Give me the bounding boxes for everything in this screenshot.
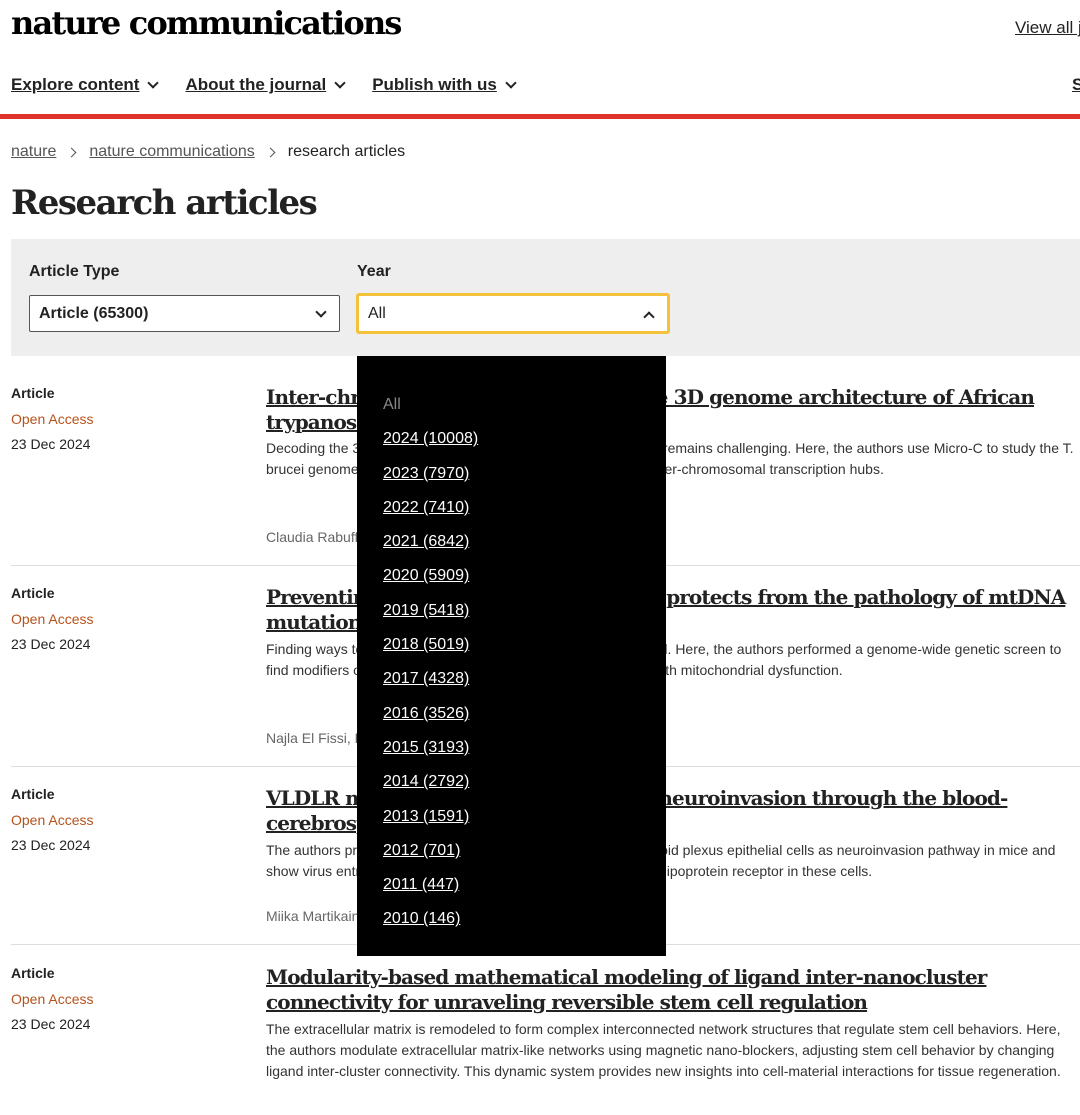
chevron-down-icon [334, 76, 346, 89]
open-access-badge: Open Access [11, 991, 94, 1007]
nav-publish-with-us[interactable]: Publish with us [372, 75, 517, 95]
year-option[interactable]: 2016 (3526) [383, 697, 478, 731]
year-option[interactable]: 2011 (447) [383, 868, 478, 902]
year-option[interactable]: 2018 (5019) [383, 628, 478, 662]
article-type-select[interactable]: Article (65300) [29, 295, 340, 332]
article-type-label: Article Type [29, 263, 120, 280]
chevron-right-icon [66, 147, 77, 157]
breadcrumb-current: research articles [287, 143, 406, 160]
journal-logo[interactable]: nature communications [11, 4, 402, 42]
year-option-all[interactable]: All [383, 388, 478, 422]
year-option[interactable]: 2019 (5418) [383, 594, 478, 628]
year-option[interactable]: 2020 (5909) [383, 559, 478, 593]
article-type: Article [11, 786, 55, 802]
article-date: 23 Dec 2024 [11, 436, 91, 452]
year-label: Year [357, 263, 391, 280]
article-type: Article [11, 385, 55, 401]
year-option[interactable]: 2014 (2792) [383, 765, 478, 799]
page-title: Research articles [11, 183, 318, 223]
article-item: Article Open Access 23 Dec 2024 Modulari… [11, 965, 1080, 1115]
article-type: Article [11, 585, 55, 601]
chevron-up-icon [643, 311, 655, 323]
filter-panel: Article Type Article (65300) Year All [11, 239, 1080, 356]
nav-label: About the journal [185, 75, 327, 94]
year-option[interactable]: 2013 (1591) [383, 800, 478, 834]
article-date: 23 Dec 2024 [11, 636, 91, 652]
year-value: All [368, 304, 386, 322]
nav-search-link[interactable]: S [1072, 75, 1080, 95]
nav-label: Publish with us [372, 75, 497, 94]
article-authors: Claudia Rabuffo [266, 529, 367, 545]
article-type-value: Article (65300) [39, 304, 149, 322]
year-option[interactable]: 2012 (701) [383, 834, 478, 868]
nav-label: Explore content [11, 75, 140, 94]
article-date: 23 Dec 2024 [11, 837, 91, 853]
year-option[interactable]: 2010 (146) [383, 902, 478, 936]
year-option[interactable]: 2022 (7410) [383, 491, 478, 525]
breadcrumb: nature nature communications research ar… [11, 143, 405, 161]
year-dropdown-menu: All 2024 (10008) 2023 (7970) 2022 (7410)… [357, 356, 666, 956]
open-access-badge: Open Access [11, 812, 94, 828]
article-type: Article [11, 965, 55, 981]
year-option[interactable]: 2017 (4328) [383, 662, 478, 696]
chevron-down-icon [315, 306, 327, 318]
year-option[interactable]: 2023 (7970) [383, 457, 478, 491]
year-option[interactable]: 2024 (10008) [383, 422, 478, 456]
year-option[interactable]: 2015 (3193) [383, 731, 478, 765]
main-nav: Explore content About the journal Publis… [11, 75, 543, 95]
year-select[interactable]: All [357, 294, 669, 333]
chevron-right-icon [265, 147, 276, 157]
chevron-down-icon [505, 76, 517, 89]
year-option[interactable]: 2021 (6842) [383, 525, 478, 559]
breadcrumb-link-nature[interactable]: nature [11, 143, 56, 161]
chevron-down-icon [147, 76, 160, 89]
article-description: The extracellular matrix is remodeled to… [266, 1021, 1061, 1079]
breadcrumb-link-nature-communications[interactable]: nature communications [89, 143, 254, 161]
article-title-link[interactable]: Modularity-based mathematical modeling o… [266, 965, 1078, 1015]
open-access-badge: Open Access [11, 611, 94, 627]
year-options-list: All 2024 (10008) 2023 (7970) 2022 (7410)… [383, 388, 478, 937]
view-all-journals-link[interactable]: View all j [1015, 18, 1080, 38]
article-authors: Najla El Fissi, F [266, 730, 364, 746]
open-access-badge: Open Access [11, 411, 94, 427]
nav-about-journal[interactable]: About the journal [185, 75, 346, 95]
article-date: 23 Dec 2024 [11, 1016, 91, 1032]
site-header: nature communications View all j Explore… [0, 0, 1080, 120]
header-divider [0, 114, 1080, 119]
nav-explore-content[interactable]: Explore content [11, 75, 160, 95]
